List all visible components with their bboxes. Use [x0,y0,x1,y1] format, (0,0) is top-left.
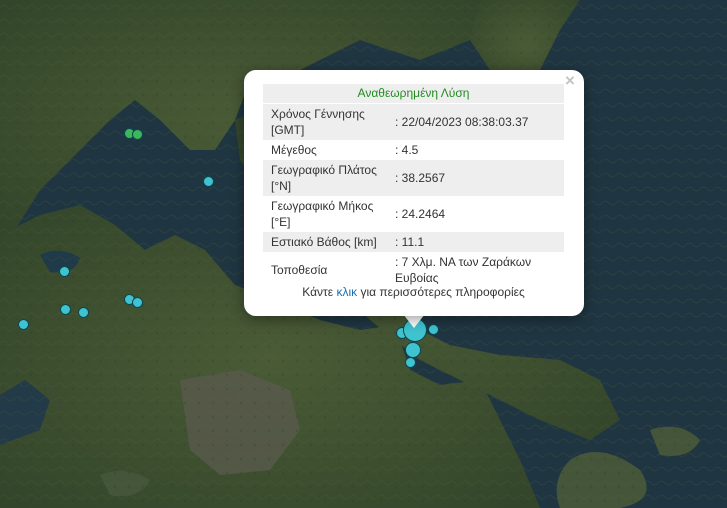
earthquake-marker[interactable] [203,176,214,187]
row-label: Εστιακό Βάθος [km] [263,232,391,252]
popup-footer: Κάντε κλικ για περισσότερες πληροφορίες [263,285,564,299]
table-row: Μέγεθος : 4.5 [263,140,564,160]
row-value: : 38.2567 [391,160,564,196]
earthquake-marker[interactable] [132,297,143,308]
popup-title: Αναθεωρημένη Λύση [263,84,564,103]
earthquake-marker[interactable] [405,357,416,368]
row-value: : 24.2464 [395,207,446,221]
popup-tip [403,314,425,328]
earthquake-marker[interactable] [60,304,71,315]
close-icon[interactable]: × [562,72,578,89]
row-value: : 22/04/2023 08:38:03.37 [391,104,564,140]
row-value: : 4.5 [395,143,419,157]
table-row: Γεωγραφικό Πλάτος [°N] : 38.2567 [263,160,564,196]
table-row: Εστιακό Βάθος [km] : 11.1 [263,232,564,252]
earthquake-marker[interactable] [59,266,70,277]
footer-text-before: Κάντε [302,285,337,299]
row-label: Γεωγραφικό Μήκος [°E] [271,199,374,229]
earthquake-marker[interactable] [132,129,143,140]
row-label: Μέγεθος [271,143,317,157]
footer-text-after: για περισσότερες πληροφορίες [357,285,525,299]
more-info-link[interactable]: κλικ [336,285,357,299]
info-table: Χρόνος Γέννησης [GMT] : 22/04/2023 08:38… [263,104,564,288]
row-label: Τοποθεσία [271,263,328,277]
row-value: : 7 Χλμ. ΝΑ των Ζαράκων Ευβοίας [395,255,532,285]
row-value: : 11.1 [391,232,564,252]
earthquake-marker[interactable] [78,307,89,318]
earthquake-info-popup: × Αναθεωρημένη Λύση Χρόνος Γέννησης [GMT… [244,70,584,316]
earthquake-marker[interactable] [405,342,421,358]
table-row: Τοποθεσία : 7 Χλμ. ΝΑ των Ζαράκων Ευβοία… [263,252,564,288]
table-row: Γεωγραφικό Μήκος [°E] : 24.2464 [263,196,564,232]
row-label: Χρόνος Γέννησης [GMT] [263,104,391,140]
table-row: Χρόνος Γέννησης [GMT] : 22/04/2023 08:38… [263,104,564,140]
earthquake-marker[interactable] [18,319,29,330]
row-label: Γεωγραφικό Πλάτος [°N] [263,160,391,196]
earthquake-marker[interactable] [428,324,439,335]
